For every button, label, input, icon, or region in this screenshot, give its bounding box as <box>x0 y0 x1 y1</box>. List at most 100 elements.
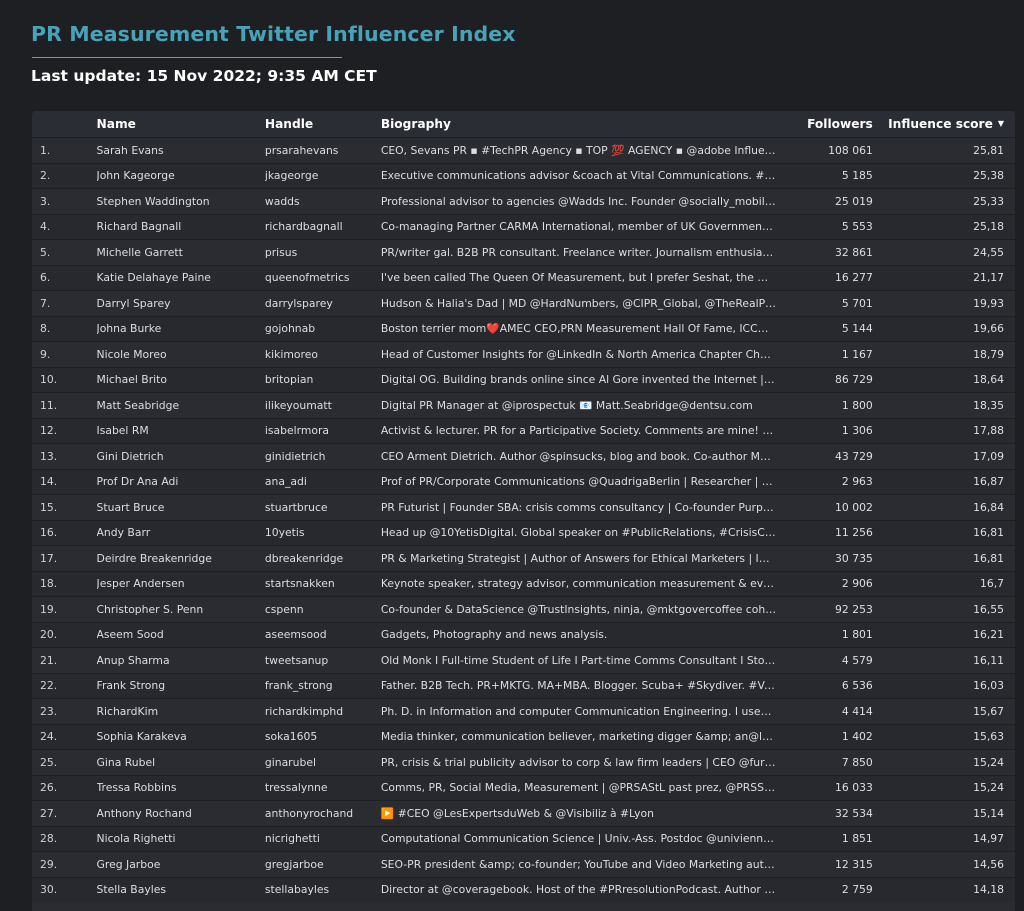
cell-handle: queenofmetrics <box>264 264 381 291</box>
cell-name: Andy Barr <box>96 519 265 546</box>
cell-rank: 9. <box>32 341 97 367</box>
cell-name: Deirdre Breakenridge <box>96 545 265 571</box>
table-row[interactable]: 20. Aseem Sood aseemsood Gadgets, Photograp… <box>32 621 1015 648</box>
cell-name: Nicola Righetti <box>96 825 265 852</box>
cell-name: Katie Delahaye Paine <box>96 264 265 291</box>
cell-followers: 5 701 <box>784 290 873 316</box>
cell-biography: Old Monk I Full-time Student of Life I P… <box>380 647 785 673</box>
column-header-followers[interactable]: Followers <box>784 111 873 138</box>
table-row[interactable]: 12. Isabel RM isabelrmora Activist & lectur… <box>32 417 1015 444</box>
cell-influence-score: 18,79 <box>872 341 1015 367</box>
cell-followers: 12 315 <box>784 851 873 877</box>
cell-name: Greg Jarboe <box>96 851 265 877</box>
table-row[interactable]: 19. Christopher S. Penn cspenn Co-founder &… <box>32 596 1015 622</box>
page-title: PR Measurement Twitter Influencer Index <box>31 22 516 46</box>
cell-influence-score: 16,87 <box>872 468 1015 495</box>
table-row[interactable]: 23. RichardKim richardkimphd Ph. D. in Info… <box>32 698 1015 724</box>
table-row[interactable]: 7. Darryl Sparey darrylsparey Hudson & Hali… <box>32 290 1015 316</box>
table-row[interactable]: 16. Andy Barr 10yetis Head up @10YetisDigit… <box>32 519 1015 546</box>
table-row[interactable]: 29. Greg Jarboe gregjarboe SEO-PR president… <box>32 851 1015 877</box>
table-row[interactable]: 17. Deirdre Breakenridge dbreakenridge PR &… <box>32 545 1015 571</box>
table-row[interactable]: 11. Matt Seabridge ilikeyoumatt Digital PR … <box>32 392 1015 418</box>
cell-handle: tressalynne <box>264 774 381 801</box>
cell-name: Anup Sharma <box>96 647 265 673</box>
cell-handle: kikimoreo <box>264 341 381 367</box>
table-row[interactable]: 1. Sarah Evans prsarahevans CEO, Sevans PR … <box>32 137 1015 163</box>
cell-handle: prsarahevans <box>264 137 381 163</box>
table-row[interactable]: 2. John Kageorge jkageorge Executive commun… <box>32 162 1015 189</box>
column-header-name-label: Name <box>96 117 136 131</box>
cell-influence-score: 19,93 <box>872 290 1015 316</box>
table-row[interactable]: 15. Stuart Bruce stuartbruce PR Futurist | … <box>32 494 1015 520</box>
table-row[interactable]: 10. Michael Brito britopian Digital OG. Bui… <box>32 366 1015 393</box>
table-header-row: Name Handle Biography Followers Influenc… <box>32 111 1015 138</box>
cell-influence-score: 15,14 <box>872 800 1015 826</box>
table-row[interactable]: 21. Anup Sharma tweetsanup Old Monk I Full-… <box>32 647 1015 673</box>
cell-biography: Head of Customer Insights for @LinkedIn … <box>380 341 785 367</box>
cell-handle: ana_adi <box>264 468 381 495</box>
cell-followers: 30 735 <box>784 545 873 571</box>
cell-followers: 32 534 <box>784 800 873 826</box>
table-row[interactable]: 4. Richard Bagnall richardbagnall Co-managi… <box>32 213 1015 240</box>
cell-handle: gregjarboe <box>264 851 381 877</box>
table-row[interactable]: 8. Johna Burke gojohnab Boston terrier mom❤… <box>32 315 1015 342</box>
cell-handle: gojohnab <box>264 315 381 342</box>
cell-name: Richard Bagnall <box>96 213 265 240</box>
table-row[interactable]: 9. Nicole Moreo kikimoreo Head of Customer … <box>32 341 1015 367</box>
column-header-handle[interactable]: Handle <box>264 111 381 138</box>
cell-name: Gina Rubel <box>96 749 265 775</box>
cell-biography: ▶️ #CEO @LesExpertsduWeb & @Visibiliz à … <box>380 800 785 826</box>
cell-rank: 28. <box>32 825 97 852</box>
cell-followers: 92 253 <box>784 596 873 622</box>
table-row[interactable]: 30. Stella Bayles stellabayles Director at … <box>32 876 1015 902</box>
table-row[interactable]: 24. Sophia Karakeva soka1605 Media thinker,… <box>32 723 1015 750</box>
table-row[interactable]: 25. Gina Rubel ginarubel PR, crisis & trial… <box>32 749 1015 775</box>
table-row[interactable]: 6. Katie Delahaye Paine queenofmetrics I've… <box>32 264 1015 291</box>
cell-followers: 108 061 <box>784 137 873 163</box>
table-row[interactable]: 26. Tressa Robbins tressalynne Comms, PR, S… <box>32 774 1015 801</box>
cell-followers: 32 861 <box>784 239 873 265</box>
cell-handle: aseemsood <box>264 621 381 648</box>
cell-biography: PR Futurist | Founder SBA: crisis comms … <box>380 494 785 520</box>
cell-rank: 18. <box>32 570 97 597</box>
cell-biography: Co-founder & DataScience @TrustInsights,… <box>380 596 785 622</box>
table-row[interactable]: 28. Nicola Righetti nicrighetti Computation… <box>32 825 1015 852</box>
table-row[interactable]: 22. Frank Strong frank_strong Father. B2B T… <box>32 672 1015 699</box>
table-row[interactable]: 13. Gini Dietrich ginidietrich CEO Arment D… <box>32 443 1015 469</box>
cell-followers: 2 906 <box>784 570 873 597</box>
cell-rank: 6. <box>32 264 97 291</box>
table-row[interactable]: 3. Stephen Waddington wadds Professional ad… <box>32 188 1015 214</box>
cell-handle: frank_strong <box>264 672 381 699</box>
cell-handle: tweetsanup <box>264 647 381 673</box>
cell-biography: Head up @10YetisDigital. Global speaker … <box>380 519 785 546</box>
cell-name: Matt Seabridge <box>96 392 265 418</box>
table-row[interactable]: 18. Jesper Andersen startsnakken Keynote sp… <box>32 570 1015 597</box>
cell-followers: 6 536 <box>784 672 873 699</box>
caret-down-icon[interactable]: ▼ <box>998 119 1004 128</box>
cell-influence-score: 14,97 <box>872 825 1015 852</box>
column-header-name[interactable]: Name <box>96 111 265 138</box>
cell-biography: Activist & lecturer. PR for a Participat… <box>380 417 785 444</box>
column-header-influence-score[interactable]: Influence score ▼ <box>872 111 1015 138</box>
cell-rank: 25. <box>32 749 97 775</box>
influencer-table: Name Handle Biography Followers Influenc… <box>32 111 1015 911</box>
column-header-rank <box>32 111 97 138</box>
cell-biography: I've been called The Queen Of Measuremen… <box>380 264 785 291</box>
cell-name: Stuart Bruce <box>96 494 265 520</box>
cell-handle: nicrighetti <box>264 825 381 852</box>
table-row[interactable]: 27. Anthony Rochand anthonyrochand ▶️ #CEO … <box>32 800 1015 826</box>
cell-rank: 26. <box>32 774 97 801</box>
cell-influence-score: 16,03 <box>872 672 1015 699</box>
table-row[interactable]: 5. Michelle Garrett prisus PR/writer gal. B… <box>32 239 1015 265</box>
cell-biography: Computational Communication Science | Un… <box>380 825 785 852</box>
cell-influence-score: 25,38 <box>872 162 1015 189</box>
cell-name: Sarah Evans <box>96 137 265 163</box>
cell-handle: stuartbruce <box>264 494 381 520</box>
cell-handle: jkageorge <box>264 162 381 189</box>
cell-followers: 11 256 <box>784 519 873 546</box>
cell-biography: Digital PR Manager at @iprospectuk 📧 Mat… <box>380 392 785 418</box>
table-row[interactable]: 14. Prof Dr Ana Adi ana_adi Prof of PR/Corp… <box>32 468 1015 495</box>
cell-biography: PR & Marketing Strategist | Author of An… <box>380 545 785 571</box>
cell-name: RichardKim <box>96 698 265 724</box>
column-header-biography[interactable]: Biography <box>380 111 785 138</box>
